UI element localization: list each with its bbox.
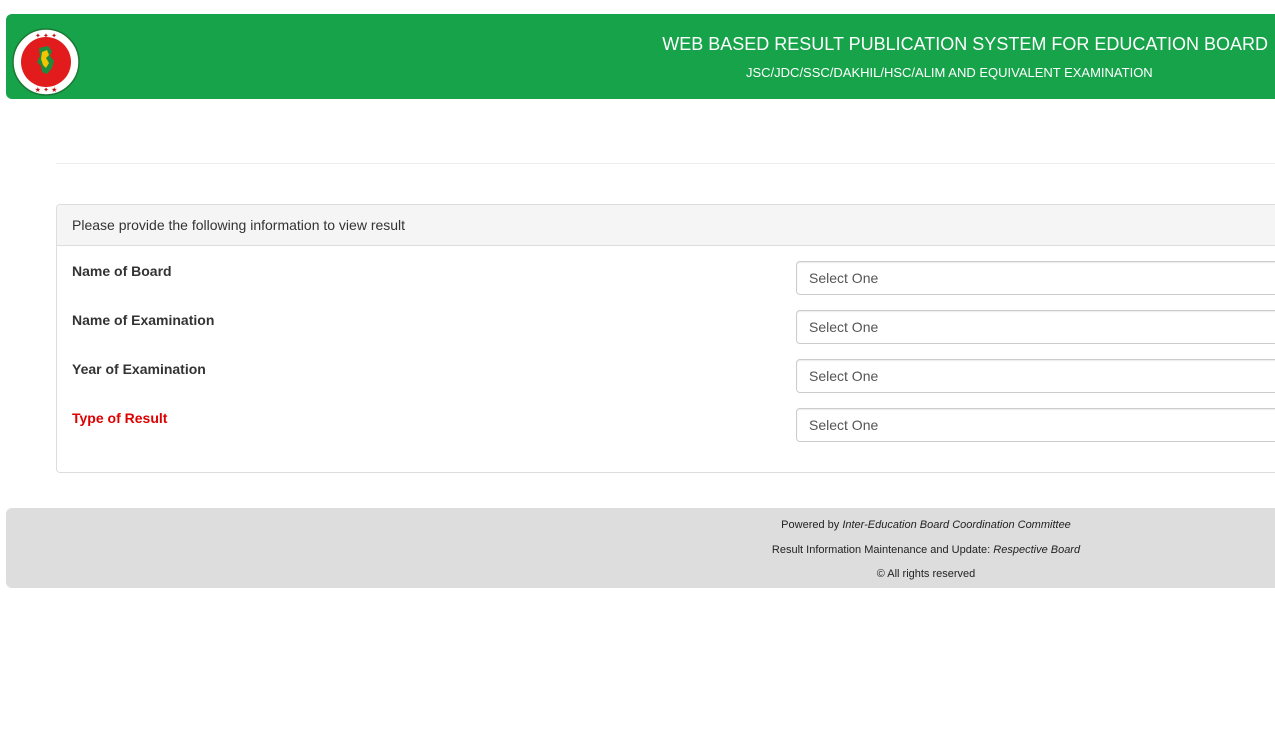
page-title: WEB BASED RESULT PUBLICATION SYSTEM FOR … — [662, 34, 1268, 54]
board-label: Name of Board — [72, 263, 172, 279]
header-banner: ✦ ✦ ✦ ★ ✦ ★ WEB BASED RESULT PUBLICATION… — [6, 14, 1275, 99]
examination-label: Name of Examination — [72, 312, 215, 328]
footer-powered-by: Powered by Inter-Education Board Coordin… — [6, 519, 1275, 531]
field-row-year: Year of Examination Select One — [57, 359, 1275, 395]
footer: Powered by Inter-Education Board Coordin… — [6, 508, 1275, 588]
powered-prefix: Powered by — [781, 519, 843, 531]
divider — [56, 163, 1275, 164]
svg-text:★ ✦ ★: ★ ✦ ★ — [35, 86, 58, 94]
maintenance-prefix: Result Information Maintenance and Updat… — [771, 544, 994, 556]
panel-heading: Please provide the following information… — [57, 205, 1275, 246]
result-type-select[interactable]: Select One — [796, 408, 1275, 442]
maintenance-org: Respective Board — [993, 544, 1081, 556]
svg-text:✦ ✦ ✦: ✦ ✦ ✦ — [35, 32, 57, 40]
field-row-examination: Name of Examination Select One — [57, 310, 1275, 346]
page-subtitle: JSC/JDC/SSC/DAKHIL/HSC/ALIM AND EQUIVALE… — [746, 65, 1153, 80]
field-row-result-type: Type of Result Select One — [57, 408, 1275, 444]
powered-by-org: Inter-Education Board Coordination Commi… — [842, 519, 1071, 531]
footer-maintenance: Result Information Maintenance and Updat… — [6, 544, 1275, 556]
result-type-label: Type of Result — [72, 410, 168, 426]
government-seal-icon: ✦ ✦ ✦ ★ ✦ ★ — [12, 28, 80, 96]
field-row-board: Name of Board Select One — [57, 261, 1275, 297]
year-label: Year of Examination — [72, 361, 206, 377]
year-select[interactable]: Select One — [796, 359, 1275, 393]
board-select[interactable]: Select One — [796, 261, 1275, 295]
examination-select[interactable]: Select One — [796, 310, 1275, 344]
result-form-panel: Please provide the following information… — [56, 204, 1275, 473]
footer-copyright: © All rights reserved — [876, 568, 976, 580]
